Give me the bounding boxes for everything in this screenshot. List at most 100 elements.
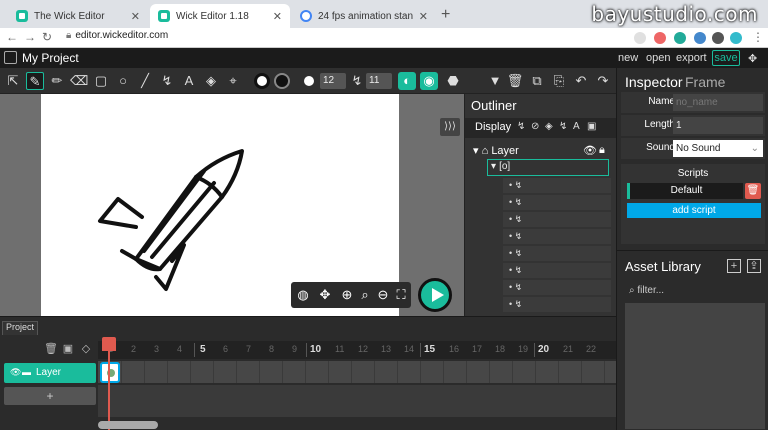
fill-color-swatch[interactable] (254, 73, 270, 89)
url-field[interactable]: 🔒︎ editor.wickeditor.com (66, 30, 168, 41)
expand-icon[interactable]: ▾ (488, 161, 496, 172)
timeline-ruler[interactable]: 1 2 3 4 5 6 7 8 9 10 11 12 13 14 15 16 1… (98, 341, 616, 359)
close-tab-icon[interactable]: ✕ (131, 10, 140, 23)
timeline-scrollbar[interactable] (98, 421, 158, 429)
button-filter-icon[interactable]: ◈ (545, 121, 553, 132)
playhead[interactable] (102, 337, 116, 351)
profile-icon[interactable] (730, 32, 742, 44)
clear-icon[interactable]: ⬣ (444, 72, 462, 90)
expand-icon[interactable]: ▾ (473, 145, 479, 157)
save-button[interactable]: save (712, 50, 740, 66)
outliner-child-row[interactable]: • ↯ (503, 246, 611, 261)
forward-icon[interactable]: → (24, 30, 36, 44)
outliner-child-row[interactable]: • ↯ (503, 195, 611, 210)
paste-icon[interactable]: ⎘ (550, 72, 568, 90)
outliner-child-row[interactable]: • ↯ (503, 280, 611, 295)
outliner-child-row[interactable]: • ↯ (503, 212, 611, 227)
outliner-child-row[interactable]: • ↯ (503, 297, 611, 312)
add-layer-button[interactable]: + (4, 387, 96, 405)
frames-track[interactable] (98, 361, 616, 383)
path-filter-icon[interactable]: ↯ (559, 121, 567, 132)
reload-icon[interactable]: ↻ (42, 30, 52, 44)
name-input[interactable]: no_name (673, 94, 763, 111)
outliner-layer-row[interactable]: ▾ ⌂ Layer 👁︎ 🔒︎ (473, 144, 615, 158)
clip-filter-icon[interactable]: ⊘ (531, 121, 539, 132)
outliner-toggle-button[interactable]: ⟩⟩⟩ (440, 118, 460, 136)
outliner-child-row[interactable]: • ↯ (503, 229, 611, 244)
rocket-drawing[interactable] (96, 147, 246, 297)
eyedropper-tool-icon[interactable]: ⌖ (224, 72, 242, 90)
tween-icon[interactable]: ◇ (80, 343, 92, 355)
delete-script-icon[interactable]: 🗑︎ (745, 183, 761, 199)
zoom-out-icon[interactable]: ⊖ (375, 286, 391, 304)
frame-options-icon[interactable]: ▣ (62, 343, 74, 355)
eye-icon[interactable]: 👁︎ (583, 144, 597, 157)
copy-icon[interactable]: ⧉ (528, 72, 546, 90)
close-tab-icon[interactable]: ✕ (419, 10, 428, 23)
lock-icon[interactable]: ▬ (22, 367, 31, 377)
delete-layer-icon[interactable]: 🗑︎ (44, 343, 58, 355)
script-default-button[interactable]: Default (627, 183, 743, 199)
lock-icon[interactable]: 🔒︎ (599, 144, 605, 157)
zoom-in-icon[interactable]: ⊕ (339, 286, 355, 304)
smoothing-input[interactable]: 11 (366, 73, 392, 89)
outliner-child-row[interactable]: • ↯ (503, 263, 611, 278)
browser-tab-wick-editor-118[interactable]: Wick Editor 1.18 ✕ (150, 4, 290, 28)
outliner-child-row[interactable]: • ↯ (503, 178, 611, 193)
timeline-layer[interactable]: 👁︎ ▬ Layer (4, 363, 96, 383)
browser-tab-google[interactable]: 24 fps animation standard - Goo ✕ (292, 4, 436, 28)
zoom-icon[interactable]: ⌕ (357, 286, 373, 304)
image-filter-icon[interactable]: ▣ (587, 121, 596, 132)
fit-screen-icon[interactable]: ⛶ (393, 286, 409, 304)
close-tab-icon[interactable]: ✕ (273, 10, 282, 23)
dropdown-icon[interactable]: ▼ (486, 72, 504, 90)
pencil-tool-icon[interactable]: ✏ (48, 72, 66, 90)
open-button[interactable]: open (646, 52, 670, 64)
star-icon[interactable] (634, 32, 646, 44)
puzzle-icon[interactable] (712, 32, 724, 44)
path-tool-icon[interactable]: ↯ (158, 72, 176, 90)
browser-tab-wick-editor[interactable]: The Wick Editor ✕ (8, 4, 148, 28)
sound-select[interactable]: No Sound ⌄ (673, 140, 763, 157)
play-button[interactable] (418, 278, 452, 312)
brush-tool-icon[interactable]: ✎ (26, 72, 44, 90)
line-tool-icon[interactable]: ╱ (136, 72, 154, 90)
select-tool-icon[interactable]: ⇱ (4, 72, 22, 90)
tab-project[interactable]: Project (2, 321, 39, 335)
add-script-button[interactable]: add script (627, 203, 761, 218)
pressure-toggle-icon[interactable]: ◐ (398, 72, 416, 90)
brush-size-input[interactable]: 12 (320, 73, 346, 89)
project-title[interactable]: My Project (22, 51, 79, 65)
length-input[interactable]: 1 (673, 117, 763, 134)
brush-mode-toggle-icon[interactable]: ◉ (420, 72, 438, 90)
onion-skin-icon[interactable]: ◍ (295, 286, 311, 304)
menu-icon[interactable] (4, 51, 17, 64)
text-tool-icon[interactable]: A (180, 72, 198, 90)
settings-icon[interactable]: ✥ (748, 52, 757, 65)
rectangle-tool-icon[interactable]: ▢ (92, 72, 110, 90)
eye-icon[interactable]: 👁︎ (10, 367, 21, 378)
eraser-tool-icon[interactable]: ⌫ (70, 72, 88, 90)
import-asset-icon[interactable]: ⇪ (747, 259, 761, 273)
undo-icon[interactable]: ↶ (572, 72, 590, 90)
redo-icon[interactable]: ↷ (594, 72, 612, 90)
delete-icon[interactable]: 🗑︎ (506, 72, 524, 90)
back-icon[interactable]: ← (6, 30, 18, 44)
keyframe[interactable] (100, 362, 120, 383)
extension-icon[interactable] (674, 32, 686, 44)
outliner-frame-row[interactable]: ▾ [o] (487, 159, 609, 176)
fill-tool-icon[interactable]: ◈ (202, 72, 220, 90)
text-filter-icon[interactable]: A (573, 121, 580, 132)
export-button[interactable]: export (676, 52, 707, 64)
add-asset-icon[interactable]: + (727, 259, 741, 273)
asset-filter-input[interactable]: ⌕ filter... (629, 285, 664, 296)
path-filter-icon[interactable]: ↯ (517, 121, 525, 132)
extension-icon[interactable] (654, 32, 666, 44)
pan-icon[interactable]: ✥ (317, 286, 333, 304)
stroke-color-swatch[interactable] (274, 73, 290, 89)
new-button[interactable]: new (618, 52, 638, 64)
more-icon[interactable]: ⋮ (752, 30, 764, 44)
extension-icon[interactable] (694, 32, 706, 44)
new-tab-button[interactable]: + (441, 6, 450, 24)
ellipse-tool-icon[interactable]: ○ (114, 72, 132, 90)
